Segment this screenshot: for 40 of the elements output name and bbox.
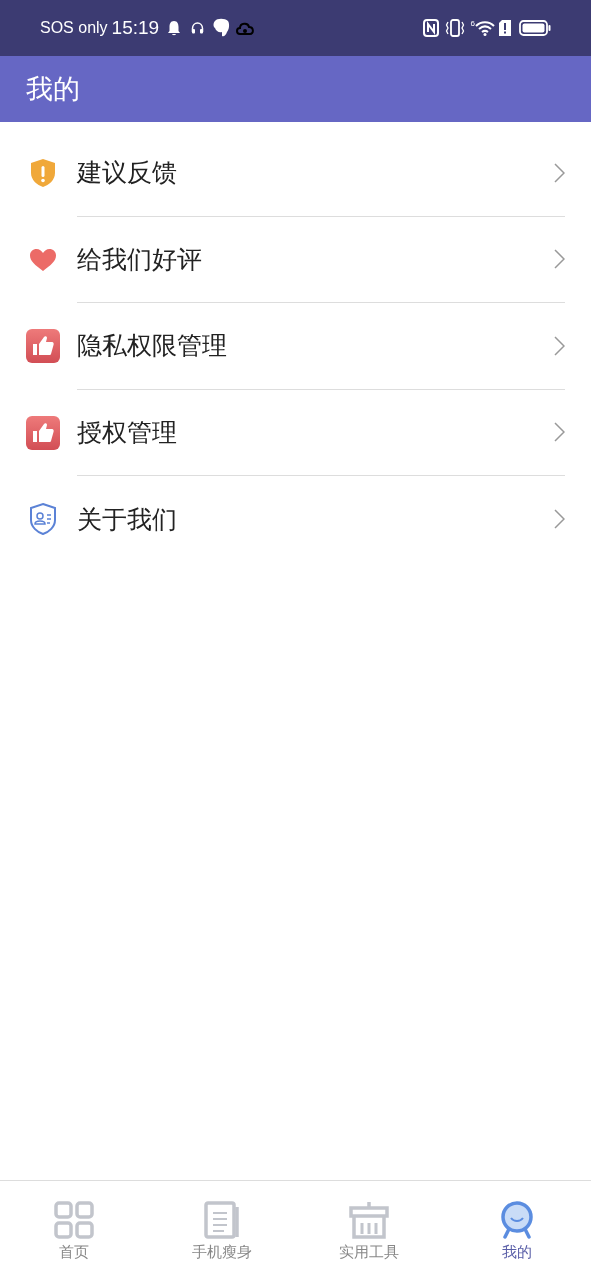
headphones-icon — [191, 22, 205, 34]
avatar-icon — [499, 1201, 536, 1239]
menu-label: 隐私权限管理 — [77, 330, 228, 361]
chevron-right-icon — [554, 509, 565, 530]
bell-icon — [167, 20, 182, 36]
chevron-right-icon — [554, 335, 565, 356]
basket-icon — [349, 1201, 390, 1239]
id-shield-icon — [28, 502, 58, 537]
chevron-right-icon — [554, 422, 565, 443]
clock-text: 15:19 — [111, 15, 160, 40]
battery-icon — [519, 20, 551, 36]
tab-item[interactable]: 首页 — [0, 1181, 148, 1280]
tab-item[interactable]: 手机瘦身 — [147, 1181, 296, 1280]
menu-item[interactable]: 授权管理 — [0, 389, 591, 476]
heart-icon — [29, 247, 57, 272]
menu-item[interactable]: 给我们好评 — [0, 216, 591, 303]
chevron-right-icon — [554, 249, 565, 270]
menu-item[interactable]: 隐私权限管理 — [0, 303, 591, 390]
menu-label: 给我们好评 — [77, 243, 203, 275]
carrier-text: SOS only — [40, 18, 108, 38]
wifi-icon — [475, 20, 495, 36]
menu-label: 授权管理 — [77, 416, 178, 448]
wifi-badge-text: 6 — [470, 18, 475, 30]
thumbs-up-icon — [26, 329, 60, 364]
menu-label: 关于我们 — [77, 503, 178, 535]
chevron-right-icon — [554, 162, 565, 183]
vibrate-icon — [444, 19, 465, 37]
menu-item[interactable]: 建议反馈 — [0, 130, 591, 217]
menu-item[interactable]: 关于我们 — [0, 476, 591, 563]
tab-item[interactable]: 我的 — [443, 1181, 591, 1280]
page-title: 我的 — [26, 72, 80, 106]
alert-sim-icon — [499, 20, 511, 36]
thumbs-up-icon — [26, 415, 60, 450]
grid-icon — [53, 1201, 94, 1239]
nfc-icon — [422, 19, 439, 37]
cloud-icon — [235, 21, 256, 35]
menu-label: 建议反馈 — [77, 157, 178, 188]
document-icon — [203, 1201, 240, 1239]
shield-icon — [29, 158, 57, 189]
tab-item[interactable]: 实用工具 — [295, 1181, 444, 1280]
